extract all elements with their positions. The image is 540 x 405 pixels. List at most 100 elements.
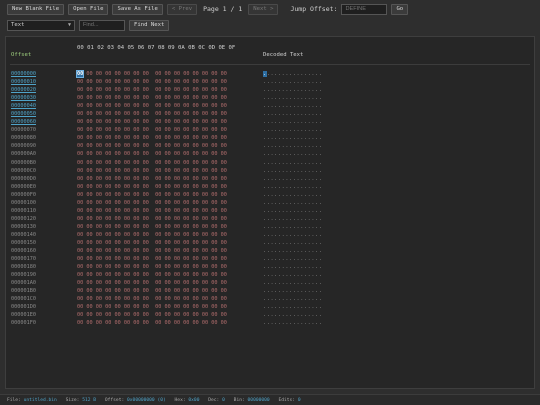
row-hex-bytes[interactable]: 00 00 00 00 00 00 00 00 00 00 00 00 00 0…: [77, 134, 227, 142]
row-offset[interactable]: 00000040: [11, 102, 36, 110]
search-mode-select[interactable]: Text ▼: [7, 19, 75, 31]
row-decoded-text[interactable]: ................: [263, 126, 323, 134]
row-decoded-text[interactable]: ................: [263, 295, 323, 303]
row-hex-bytes[interactable]: 00 00 00 00 00 00 00 00 00 00 00 00 00 0…: [77, 102, 227, 110]
hex-row: 00000070 00 00 00 00 00 00 00 00 00 00 00…: [6, 126, 534, 134]
row-hex-bytes[interactable]: 00 00 00 00 00 00 00 00 00 00 00 00 00 0…: [77, 175, 227, 183]
save-as-file-button[interactable]: Save As File: [112, 3, 163, 15]
row-hex-bytes[interactable]: 00 00 00 00 00 00 00 00 00 00 00 00 00 0…: [77, 247, 227, 255]
row-decoded-text[interactable]: ................: [263, 279, 323, 287]
row-decoded-text[interactable]: ................: [263, 199, 323, 207]
row-decoded-text[interactable]: ................: [263, 175, 323, 183]
row-hex-bytes[interactable]: 00 00 00 00 00 00 00 00 00 00 00 00 00 0…: [77, 94, 227, 102]
row-hex-bytes[interactable]: 00 00 00 00 00 00 00 00 00 00 00 00 00 0…: [77, 215, 227, 223]
status-offset-value: 0x00000000 (0): [127, 398, 166, 403]
row-hex-bytes[interactable]: 00 00 00 00 00 00 00 00 00 00 00 00 00 0…: [77, 183, 227, 191]
row-offset[interactable]: 00000030: [11, 94, 36, 102]
jump-offset-input[interactable]: [341, 3, 388, 15]
selected-byte[interactable]: 00: [75, 70, 85, 78]
row-offset[interactable]: 00000010: [11, 78, 36, 86]
row-decoded-text[interactable]: ................: [263, 231, 323, 239]
row-offset[interactable]: 00000020: [11, 86, 36, 94]
find-next-button[interactable]: Find Next: [129, 19, 170, 31]
row-decoded-text[interactable]: ................: [263, 271, 323, 279]
row-decoded-text[interactable]: ................: [263, 311, 323, 319]
hex-row: 00000150 00 00 00 00 00 00 00 00 00 00 00…: [6, 239, 534, 247]
row-hex-bytes[interactable]: 00 00 00 00 00 00 00 00 00 00 00 00 00 0…: [77, 263, 227, 271]
row-decoded-text[interactable]: ................: [263, 191, 323, 199]
row-decoded-text[interactable]: ................: [263, 110, 323, 118]
hex-row: 000000A0 00 00 00 00 00 00 00 00 00 00 00…: [6, 150, 534, 158]
row-decoded-text[interactable]: ................: [263, 255, 323, 263]
row-decoded-text[interactable]: ................: [263, 78, 323, 86]
row-hex-bytes[interactable]: 00 00 00 00 00 00 00 00 00 00 00 00 00 0…: [77, 255, 227, 263]
row-offset[interactable]: 00000050: [11, 110, 36, 118]
new-blank-file-button[interactable]: New Blank File: [7, 3, 65, 15]
row-decoded-text[interactable]: ................: [263, 142, 323, 150]
row-hex-bytes[interactable]: 00 00 00 00 00 00 00 00 00 00 00 00 00 0…: [75, 70, 227, 78]
row-hex-bytes[interactable]: 00 00 00 00 00 00 00 00 00 00 00 00 00 0…: [77, 271, 227, 279]
row-hex-bytes[interactable]: 00 00 00 00 00 00 00 00 00 00 00 00 00 0…: [77, 239, 227, 247]
status-bin-label: Bin:: [233, 398, 245, 403]
row-offset: 000001E0: [11, 312, 36, 319]
row-offset[interactable]: 00000060: [11, 118, 36, 126]
row-decoded-text[interactable]: ................: [263, 239, 323, 247]
row-decoded-text[interactable]: ................: [263, 183, 323, 191]
row-hex-bytes[interactable]: 00 00 00 00 00 00 00 00 00 00 00 00 00 0…: [77, 303, 227, 311]
row-hex-bytes[interactable]: 00 00 00 00 00 00 00 00 00 00 00 00 00 0…: [77, 319, 227, 327]
row-hex-bytes[interactable]: 00 00 00 00 00 00 00 00 00 00 00 00 00 0…: [77, 126, 227, 134]
row-decoded-text[interactable]: ................: [263, 167, 323, 175]
row-decoded-text[interactable]: ................: [263, 303, 323, 311]
row-hex-bytes[interactable]: 00 00 00 00 00 00 00 00 00 00 00 00 00 0…: [77, 150, 227, 158]
row-hex-bytes[interactable]: 00 00 00 00 00 00 00 00 00 00 00 00 00 0…: [77, 231, 227, 239]
row-offset: 00000110: [11, 207, 36, 214]
hex-column-header: 00 01 02 03 04 05 06 07 08 09 0A 0B 0C 0…: [77, 45, 236, 51]
hex-row: 00000010 00 00 00 00 00 00 00 00 00 00 00…: [6, 78, 534, 86]
row-hex-bytes[interactable]: 00 00 00 00 00 00 00 00 00 00 00 00 00 0…: [77, 207, 227, 215]
row-hex-bytes[interactable]: 00 00 00 00 00 00 00 00 00 00 00 00 00 0…: [77, 287, 227, 295]
open-file-button[interactable]: Open File: [68, 3, 109, 15]
row-hex-bytes[interactable]: 00 00 00 00 00 00 00 00 00 00 00 00 00 0…: [77, 110, 227, 118]
hex-row: 000001B0 00 00 00 00 00 00 00 00 00 00 00…: [6, 287, 534, 295]
find-input[interactable]: [79, 19, 125, 31]
row-offset: 000001D0: [11, 304, 36, 311]
row-hex-bytes[interactable]: 00 00 00 00 00 00 00 00 00 00 00 00 00 0…: [77, 295, 227, 303]
row-hex-bytes[interactable]: 00 00 00 00 00 00 00 00 00 00 00 00 00 0…: [77, 86, 227, 94]
row-decoded-text[interactable]: ................: [263, 215, 323, 223]
row-decoded-text[interactable]: ................: [263, 134, 323, 142]
row-decoded-text[interactable]: ................: [263, 86, 323, 94]
row-hex-bytes[interactable]: 00 00 00 00 00 00 00 00 00 00 00 00 00 0…: [77, 159, 227, 167]
row-hex-bytes[interactable]: 00 00 00 00 00 00 00 00 00 00 00 00 00 0…: [77, 311, 227, 319]
row-hex-bytes[interactable]: 00 00 00 00 00 00 00 00 00 00 00 00 00 0…: [77, 118, 227, 126]
row-hex-bytes[interactable]: 00 00 00 00 00 00 00 00 00 00 00 00 00 0…: [77, 199, 227, 207]
go-button[interactable]: Go: [391, 3, 409, 15]
row-decoded-text[interactable]: ................: [263, 287, 323, 295]
row-decoded-text[interactable]: ................: [263, 263, 323, 271]
row-hex-bytes[interactable]: 00 00 00 00 00 00 00 00 00 00 00 00 00 0…: [77, 223, 227, 231]
row-decoded-text[interactable]: ................: [263, 70, 323, 78]
row-decoded-text[interactable]: ................: [263, 118, 323, 126]
row-offset: 00000190: [11, 272, 36, 279]
prev-page-button[interactable]: < Prev: [166, 3, 198, 15]
row-decoded-text[interactable]: ................: [263, 94, 323, 102]
row-offset: 000000E0: [11, 183, 36, 190]
text-cursor: .: [263, 71, 267, 77]
row-hex-bytes[interactable]: 00 00 00 00 00 00 00 00 00 00 00 00 00 0…: [77, 142, 227, 150]
row-decoded-text[interactable]: ................: [263, 150, 323, 158]
row-hex-bytes[interactable]: 00 00 00 00 00 00 00 00 00 00 00 00 00 0…: [77, 78, 227, 86]
row-decoded-text[interactable]: ................: [263, 102, 323, 110]
row-decoded-text[interactable]: ................: [263, 319, 323, 327]
row-hex-bytes[interactable]: 00 00 00 00 00 00 00 00 00 00 00 00 00 0…: [77, 279, 227, 287]
row-decoded-text[interactable]: ................: [263, 247, 323, 255]
row-hex-bytes[interactable]: 00 00 00 00 00 00 00 00 00 00 00 00 00 0…: [77, 167, 227, 175]
row-decoded-text[interactable]: ................: [263, 207, 323, 215]
row-decoded-text[interactable]: ................: [263, 223, 323, 231]
row-offset: 00000140: [11, 231, 36, 238]
status-edits-value: 0: [297, 398, 301, 403]
row-decoded-text[interactable]: ................: [263, 159, 323, 167]
row-offset: 000000D0: [11, 175, 36, 182]
status-offset-label: Offset:: [104, 398, 125, 403]
row-hex-bytes[interactable]: 00 00 00 00 00 00 00 00 00 00 00 00 00 0…: [77, 191, 227, 199]
row-offset[interactable]: 00000000: [11, 70, 36, 78]
next-page-button[interactable]: Next >: [248, 3, 279, 15]
